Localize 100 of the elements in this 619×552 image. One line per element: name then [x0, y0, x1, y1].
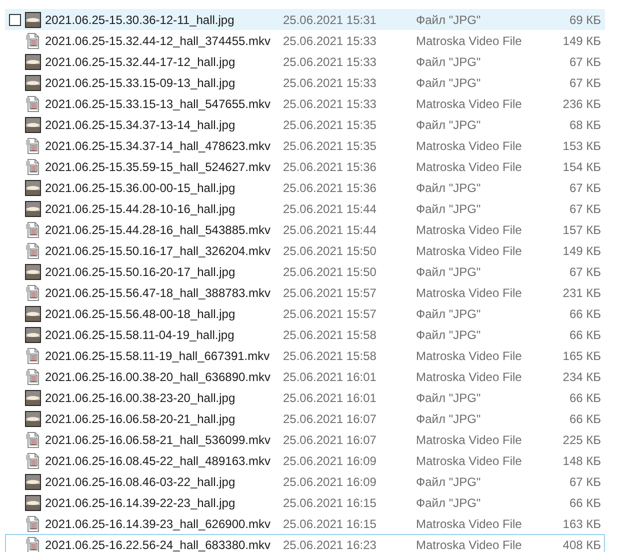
file-name: 2021.06.25-16.06.58-21_hall_536099.mkv: [45, 432, 272, 446]
file-type: Файл "JPG": [416, 118, 482, 132]
file-row[interactable]: 2021.06.25-15.33.15-09-13_hall.jpg 25.06.2021 15:33 Файл "JPG" 67 КБ: [5, 72, 605, 93]
file-name: 2021.06.25-15.50.16-17_hall_326204.mkv: [45, 244, 272, 258]
date-modified: 25.06.2021 15:44: [283, 222, 378, 236]
file-row[interactable]: 2021.06.25-15.30.36-12-11_hall.jpg 25.06.2021 15:31 Файл "JPG" 69 КБ: [5, 9, 605, 30]
video-file-icon: [25, 32, 41, 48]
file-size: 66 КБ: [568, 496, 601, 510]
video-file-icon: [25, 284, 41, 300]
file-size: 225 КБ: [562, 432, 601, 446]
file-name: 2021.06.25-16.14.39-22-23_hall.jpg: [45, 496, 236, 510]
file-row[interactable]: 2021.06.25-16.08.45-22_hall_489163.mkv 25.06.2021 16:09 Matroska Video File 148 КБ: [5, 450, 605, 471]
file-type: Файл "JPG": [416, 180, 482, 194]
file-row[interactable]: 2021.06.25-16.00.38-23-20_hall.jpg 25.06.2021 16:01 Файл "JPG" 66 КБ: [5, 387, 605, 408]
file-type: Файл "JPG": [416, 76, 482, 90]
file-row[interactable]: 2021.06.25-16.22.56-24_hall_683380.mkv 25.06.2021 16:23 Matroska Video File 408 КБ: [5, 534, 605, 552]
file-name: 2021.06.25-16.08.46-03-22_hall.jpg: [45, 474, 236, 488]
file-row[interactable]: 2021.06.25-15.44.28-10-16_hall.jpg 25.06.2021 15:44 Файл "JPG" 67 КБ: [5, 198, 605, 219]
file-name: 2021.06.25-15.32.44-17-12_hall.jpg: [45, 54, 236, 68]
file-type: Matroska Video File: [416, 370, 523, 384]
file-name: 2021.06.25-15.35.59-15_hall_524627.mkv: [45, 160, 272, 174]
file-name: 2021.06.25-15.34.37-14_hall_478623.mkv: [45, 138, 272, 152]
date-modified: 25.06.2021 15:33: [283, 54, 378, 68]
file-type: Matroska Video File: [416, 432, 523, 446]
file-name: 2021.06.25-15.58.11-04-19_hall.jpg: [45, 328, 236, 342]
file-row[interactable]: 2021.06.25-16.14.39-22-23_hall.jpg 25.06.2021 16:15 Файл "JPG" 66 КБ: [5, 492, 605, 513]
file-type: Matroska Video File: [416, 96, 523, 110]
file-row[interactable]: 2021.06.25-15.33.15-13_hall_547655.mkv 25.06.2021 15:33 Matroska Video File 236 КБ: [5, 93, 605, 114]
image-thumbnail-icon: [25, 54, 41, 70]
date-modified: 25.06.2021 15:35: [283, 118, 378, 132]
file-name: 2021.06.25-15.33.15-13_hall_547655.mkv: [45, 96, 272, 110]
video-file-icon: [25, 242, 41, 258]
file-size: 69 КБ: [568, 12, 601, 26]
file-row[interactable]: 2021.06.25-15.44.28-16_hall_543885.mkv 25.06.2021 15:44 Matroska Video File 157 КБ: [5, 219, 605, 240]
date-modified: 25.06.2021 15:58: [283, 328, 378, 342]
image-thumbnail-icon: [25, 326, 41, 342]
file-row[interactable]: 2021.06.25-15.34.37-13-14_hall.jpg 25.06.2021 15:35 Файл "JPG" 68 КБ: [5, 114, 605, 135]
video-file-icon: [25, 96, 41, 112]
file-name: 2021.06.25-15.30.36-12-11_hall.jpg: [45, 12, 236, 26]
file-type: Файл "JPG": [416, 54, 482, 68]
file-size: 67 КБ: [568, 474, 601, 488]
image-thumbnail-icon: [25, 410, 41, 426]
file-row[interactable]: 2021.06.25-15.58.11-19_hall_667391.mkv 25.06.2021 15:58 Matroska Video File 165 КБ: [5, 345, 605, 366]
image-thumbnail-icon: [25, 390, 41, 406]
file-type: Файл "JPG": [416, 390, 482, 404]
file-size: 68 КБ: [568, 118, 601, 132]
date-modified: 25.06.2021 15:50: [283, 244, 378, 258]
date-modified: 25.06.2021 16:01: [283, 370, 378, 384]
date-modified: 25.06.2021 15:36: [283, 160, 378, 174]
date-modified: 25.06.2021 16:07: [283, 432, 378, 446]
file-row[interactable]: 2021.06.25-16.14.39-23_hall_626900.mkv 25.06.2021 16:15 Matroska Video File 163 КБ: [5, 513, 605, 534]
file-row[interactable]: 2021.06.25-15.32.44-12_hall_374455.mkv 25.06.2021 15:33 Matroska Video File 149 КБ: [5, 30, 605, 51]
file-row[interactable]: 2021.06.25-15.50.16-20-17_hall.jpg 25.06.2021 15:50 Файл "JPG" 67 КБ: [5, 261, 605, 282]
video-file-icon: [25, 432, 41, 448]
file-size: 67 КБ: [568, 54, 601, 68]
file-type: Файл "JPG": [416, 202, 482, 216]
date-modified: 25.06.2021 16:09: [283, 454, 378, 468]
file-size: 67 КБ: [568, 264, 601, 278]
date-modified: 25.06.2021 16:23: [283, 538, 378, 552]
image-thumbnail-icon: [25, 306, 41, 322]
file-size: 149 КБ: [562, 34, 601, 48]
image-thumbnail-icon: [25, 180, 41, 196]
file-row[interactable]: 2021.06.25-15.32.44-17-12_hall.jpg 25.06.2021 15:33 Файл "JPG" 67 КБ: [5, 51, 605, 72]
file-name: 2021.06.25-16.22.56-24_hall_683380.mkv: [45, 538, 272, 552]
file-size: 157 КБ: [562, 222, 601, 236]
file-name: 2021.06.25-15.44.28-10-16_hall.jpg: [45, 202, 236, 216]
file-size: 236 КБ: [562, 96, 601, 110]
date-modified: 25.06.2021 16:09: [283, 474, 378, 488]
video-file-icon: [25, 348, 41, 364]
file-row[interactable]: 2021.06.25-15.34.37-14_hall_478623.mkv 25.06.2021 15:35 Matroska Video File 153 КБ: [5, 135, 605, 156]
file-row[interactable]: 2021.06.25-15.35.59-15_hall_524627.mkv 25.06.2021 15:36 Matroska Video File 154 КБ: [5, 156, 605, 177]
image-thumbnail-icon: [25, 494, 41, 510]
file-name: 2021.06.25-15.56.47-18_hall_388783.mkv: [45, 286, 272, 300]
file-type: Файл "JPG": [416, 412, 482, 426]
file-size: 148 КБ: [562, 454, 601, 468]
file-row[interactable]: 2021.06.25-16.06.58-21_hall_536099.mkv 25.06.2021 16:07 Matroska Video File 225 КБ: [5, 429, 605, 450]
file-row[interactable]: 2021.06.25-16.00.38-20_hall_636890.mkv 25.06.2021 16:01 Matroska Video File 234 КБ: [5, 366, 605, 387]
file-row[interactable]: 2021.06.25-15.50.16-17_hall_326204.mkv 25.06.2021 15:50 Matroska Video File 149 КБ: [5, 240, 605, 261]
file-row[interactable]: 2021.06.25-15.56.48-00-18_hall.jpg 25.06.2021 15:57 Файл "JPG" 66 КБ: [5, 303, 605, 324]
file-size: 67 КБ: [568, 202, 601, 216]
file-type: Файл "JPG": [416, 496, 482, 510]
file-name: 2021.06.25-15.56.48-00-18_hall.jpg: [45, 306, 236, 320]
file-name: 2021.06.25-15.32.44-12_hall_374455.mkv: [45, 34, 272, 48]
file-name: 2021.06.25-16.08.45-22_hall_489163.mkv: [45, 454, 272, 468]
file-row[interactable]: 2021.06.25-16.06.58-20-21_hall.jpg 25.06.2021 16:07 Файл "JPG" 66 КБ: [5, 408, 605, 429]
image-thumbnail-icon: [25, 116, 41, 132]
date-modified: 25.06.2021 15:57: [283, 306, 378, 320]
file-size: 154 КБ: [562, 160, 601, 174]
file-row[interactable]: 2021.06.25-15.58.11-04-19_hall.jpg 25.06.2021 15:58 Файл "JPG" 66 КБ: [5, 324, 605, 345]
file-type: Matroska Video File: [416, 454, 523, 468]
file-type: Matroska Video File: [416, 244, 523, 258]
file-row[interactable]: 2021.06.25-15.56.47-18_hall_388783.mkv 25.06.2021 15:57 Matroska Video File 231 КБ: [5, 282, 605, 303]
date-modified: 25.06.2021 15:50: [283, 264, 378, 278]
date-modified: 25.06.2021 16:07: [283, 412, 378, 426]
file-type: Matroska Video File: [416, 34, 523, 48]
file-row[interactable]: 2021.06.25-15.36.00-00-15_hall.jpg 25.06.2021 15:36 Файл "JPG" 67 КБ: [5, 177, 605, 198]
file-type: Matroska Video File: [416, 348, 523, 362]
image-thumbnail-icon: [25, 12, 41, 28]
file-row[interactable]: 2021.06.25-16.08.46-03-22_hall.jpg 25.06.2021 16:09 Файл "JPG" 67 КБ: [5, 471, 605, 492]
checkbox[interactable]: [8, 14, 20, 26]
